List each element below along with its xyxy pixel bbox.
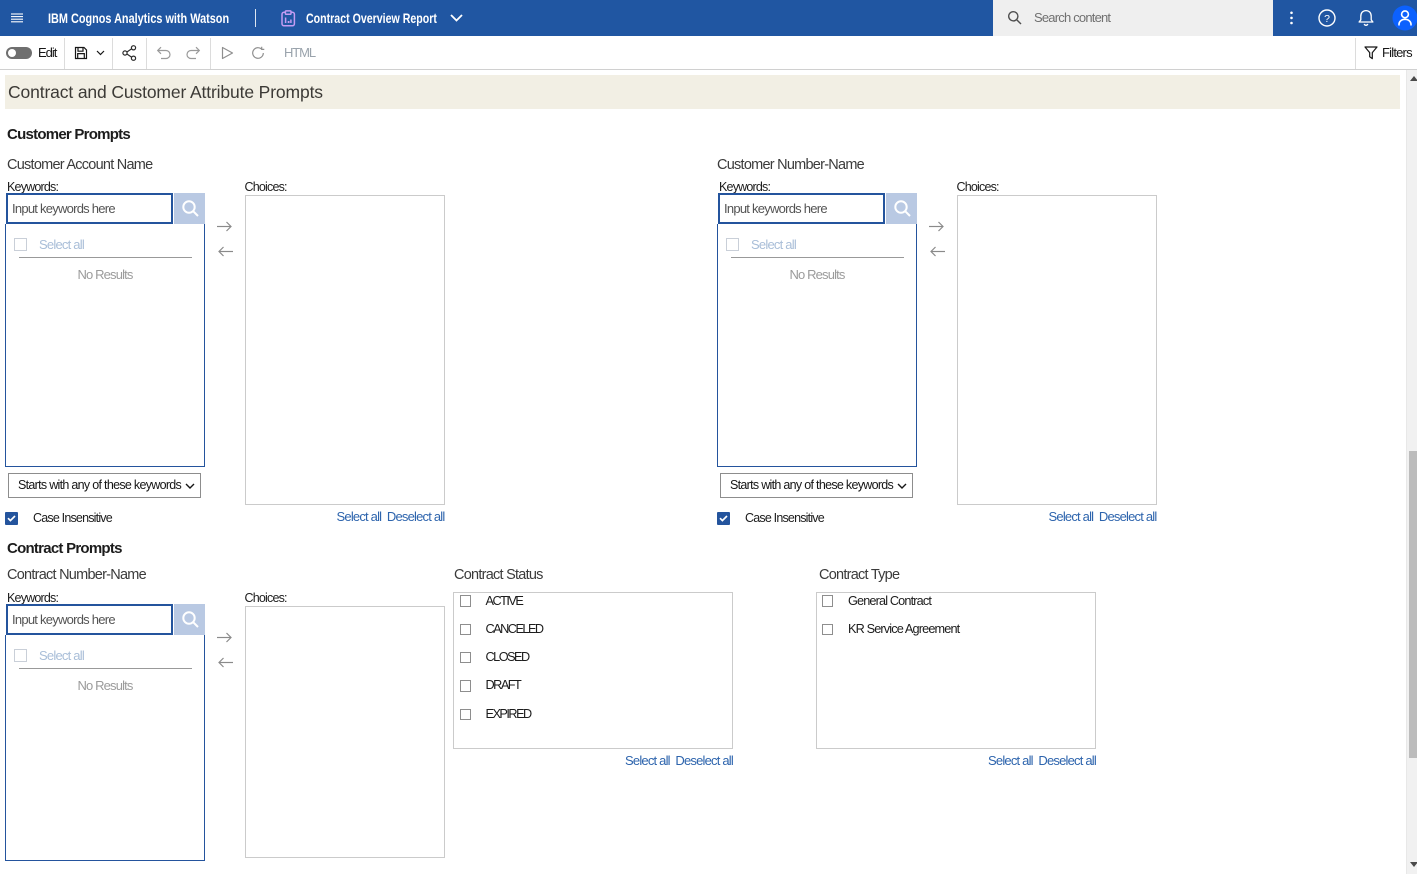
svg-text:?: ?: [1324, 13, 1330, 25]
